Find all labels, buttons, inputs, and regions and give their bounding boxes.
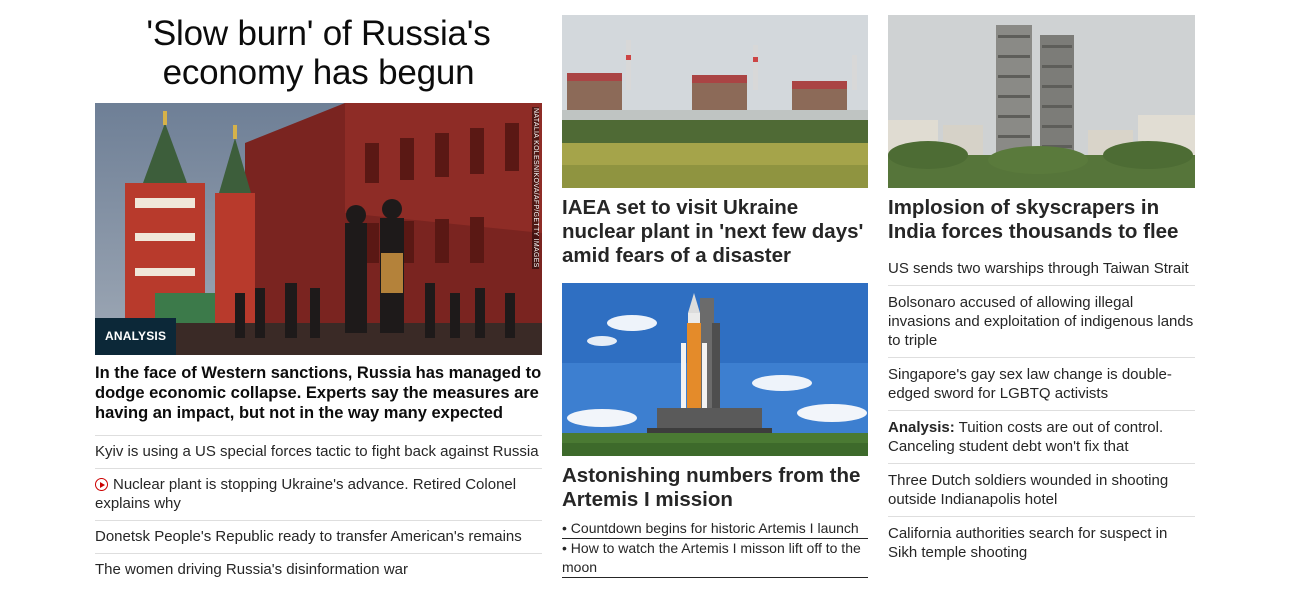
- skyscrapers-graphic: [888, 15, 1195, 188]
- card-title[interactable]: Astonishing numbers from the Artemis I m…: [562, 464, 868, 512]
- photo-credit: NATALIA KOLESNIKOVA/AFP/GETTY IMAGES: [532, 107, 539, 269]
- bullet-link[interactable]: • Countdown begins for historic Artemis …: [562, 519, 868, 539]
- list-item[interactable]: Bolsonaro accused of allowing illegal in…: [888, 286, 1195, 358]
- artemis-links: • Countdown begins for historic Artemis …: [562, 519, 868, 578]
- list-item[interactable]: Analysis: Tuition costs are out of contr…: [888, 411, 1195, 464]
- link-text[interactable]: Singapore's gay sex law change is double…: [888, 366, 1172, 402]
- link-text[interactable]: Bolsonaro accused of allowing illegal in…: [888, 294, 1193, 349]
- lead-description[interactable]: In the face of Western sanctions, Russia…: [95, 363, 542, 423]
- kicker: Analysis:: [888, 419, 955, 436]
- middle-column: IAEA set to visit Ukraine nuclear plant …: [562, 0, 868, 578]
- link-text[interactable]: Kyiv is using a US special forces tactic…: [95, 443, 539, 460]
- related-links: Kyiv is using a US special forces tactic…: [95, 435, 542, 586]
- link-text[interactable]: Three Dutch soldiers wounded in shooting…: [888, 472, 1168, 508]
- list-item[interactable]: US sends two warships through Taiwan Str…: [888, 252, 1195, 286]
- list-item[interactable]: Singapore's gay sex law change is double…: [888, 358, 1195, 411]
- skyscrapers-image[interactable]: [888, 15, 1195, 188]
- link-text[interactable]: Nuclear plant is stopping Ukraine's adva…: [95, 476, 516, 512]
- nuclear-plant-graphic: [562, 15, 868, 188]
- artemis-graphic: [562, 283, 868, 456]
- lead-headline[interactable]: 'Slow burn' of Russia's economy has begu…: [95, 14, 542, 92]
- artemis-image[interactable]: [562, 283, 868, 456]
- card-title[interactable]: Implosion of skyscrapers in India forces…: [888, 196, 1195, 244]
- list-item[interactable]: Nuclear plant is stopping Ukraine's adva…: [95, 469, 542, 521]
- list-item[interactable]: The women driving Russia's disinformatio…: [95, 554, 542, 586]
- analysis-badge: ANALYSIS: [95, 318, 177, 355]
- right-links: US sends two warships through Taiwan Str…: [888, 252, 1195, 569]
- bullet-link[interactable]: • How to watch the Artemis I misson lift…: [562, 539, 868, 578]
- list-item[interactable]: Three Dutch soldiers wounded in shooting…: [888, 464, 1195, 517]
- play-icon: [95, 478, 108, 491]
- list-item[interactable]: Donetsk People's Republic ready to trans…: [95, 521, 542, 554]
- lead-story: 'Slow burn' of Russia's economy has begu…: [95, 0, 542, 586]
- list-item[interactable]: California authorities search for suspec…: [888, 517, 1195, 569]
- card-title[interactable]: IAEA set to visit Ukraine nuclear plant …: [562, 196, 868, 268]
- right-column: Implosion of skyscrapers in India forces…: [888, 0, 1195, 569]
- nuclear-plant-image[interactable]: [562, 15, 868, 188]
- link-text[interactable]: US sends two warships through Taiwan Str…: [888, 260, 1189, 277]
- list-item[interactable]: Kyiv is using a US special forces tactic…: [95, 436, 542, 469]
- link-text[interactable]: Donetsk People's Republic ready to trans…: [95, 528, 522, 545]
- lead-image[interactable]: ANALYSIS NATALIA KOLESNIKOVA/AFP/GETTY I…: [95, 103, 542, 355]
- link-text[interactable]: California authorities search for suspec…: [888, 525, 1167, 561]
- link-text[interactable]: The women driving Russia's disinformatio…: [95, 561, 408, 578]
